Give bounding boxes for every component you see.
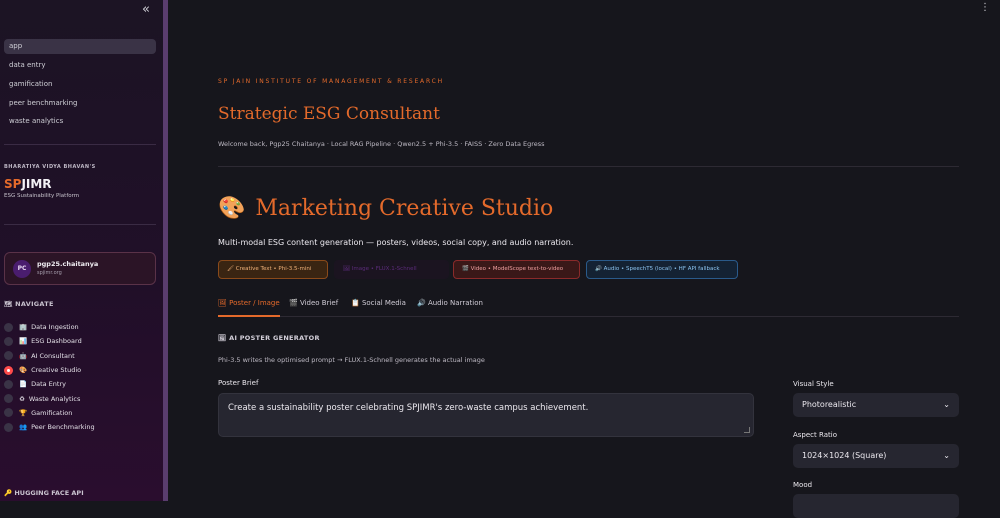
page-link-app[interactable]: app bbox=[4, 39, 156, 54]
page-link-peer-benchmarking[interactable]: peer benchmarking bbox=[4, 96, 156, 115]
institute-eyebrow: SP JAIN INSTITUTE OF MANAGEMENT & RESEAR… bbox=[218, 78, 444, 85]
visual-style-label: Visual Style bbox=[793, 380, 834, 388]
aspect-ratio-select[interactable]: 1024×1024 (Square) ⌄ bbox=[793, 444, 959, 468]
aspect-ratio-label: Aspect Ratio bbox=[793, 431, 837, 439]
nav-radio-group: 🏢 Data Ingestion 📊 ESG Dashboard 🤖 AI Consu… bbox=[4, 320, 159, 434]
user-card: PC pgp25.chaitanya spjimr.org bbox=[4, 252, 156, 285]
studio-title: Marketing Creative Studio bbox=[255, 196, 554, 221]
brand-subtitle: ESG Sustainability Platform bbox=[4, 193, 80, 199]
navigate-heading: 🗺 NAVIGATE bbox=[4, 300, 54, 308]
nav-item-label: Waste Analytics bbox=[28, 394, 81, 403]
aspect-ratio-value: 1024×1024 (Square) bbox=[802, 451, 887, 460]
radio-button[interactable] bbox=[4, 336, 13, 346]
section-note: Phi-3.5 writes the optimised prompt → FL… bbox=[218, 356, 485, 364]
palette-icon: 🎨 bbox=[218, 196, 246, 221]
badge-video: 🎬 Video • ModelScope text-to-video bbox=[453, 260, 580, 279]
radio-button[interactable] bbox=[4, 322, 13, 332]
chevron-down-icon: ⌄ bbox=[943, 451, 950, 460]
document-icon: 📄 bbox=[19, 380, 28, 389]
nav-item-label: AI Consultant bbox=[31, 351, 75, 360]
tab-audio-narration[interactable]: 🔊 Audio Narration bbox=[417, 297, 483, 317]
tab-video-brief[interactable]: 🎬 Video Brief bbox=[289, 297, 338, 317]
nav-item-label: ESG Dashboard bbox=[31, 337, 82, 346]
nav-item-label: Gamification bbox=[31, 408, 73, 417]
radio-button-selected[interactable] bbox=[4, 365, 13, 375]
radio-button[interactable] bbox=[4, 351, 13, 361]
trophy-icon: 🏆 bbox=[19, 408, 28, 417]
visual-style-select[interactable]: Photorealistic ⌄ bbox=[793, 393, 959, 417]
poster-brief-label: Poster Brief bbox=[218, 379, 259, 387]
radio-button[interactable] bbox=[4, 422, 13, 432]
brand-accent: SP bbox=[4, 177, 22, 191]
welcome-text: Welcome back, Pgp25 Chaitanya · Local RA… bbox=[218, 140, 545, 148]
hugging-face-api-heading: 🔑 HUGGING FACE API bbox=[4, 489, 84, 497]
nav-item-data-ingestion[interactable]: 🏢 Data Ingestion bbox=[4, 320, 159, 334]
visual-style-value: Photorealistic bbox=[802, 400, 857, 409]
nav-item-label: Creative Studio bbox=[31, 366, 82, 375]
resize-grip-icon[interactable] bbox=[744, 427, 750, 433]
user-domain: spjimr.org bbox=[37, 270, 62, 276]
nav-item-esg-dashboard[interactable]: 📊 ESG Dashboard bbox=[4, 334, 159, 348]
page-title: Strategic ESG Consultant bbox=[218, 104, 440, 124]
people-icon: 👥 bbox=[19, 423, 28, 432]
nav-item-creative-studio[interactable]: 🎨 Creative Studio bbox=[4, 363, 159, 377]
brand-rest: JIMR bbox=[21, 177, 52, 191]
header-divider bbox=[218, 166, 959, 167]
main-content: ⋮ SP JAIN INSTITUTE OF MANAGEMENT & RESE… bbox=[168, 0, 1000, 518]
badge-creative-text: 🖌 Creative Text • Phi-3.5-mini bbox=[218, 260, 328, 279]
sidebar: « app data entry gamification peer bench… bbox=[0, 0, 163, 501]
chart-icon: 📊 bbox=[19, 337, 28, 346]
studio-subtitle: Multi-modal ESG content generation — pos… bbox=[218, 238, 574, 247]
nav-item-gamification[interactable]: 🏆 Gamification bbox=[4, 406, 159, 420]
poster-brief-value: Create a sustainability poster celebrati… bbox=[228, 403, 589, 413]
nav-item-label: Data Ingestion bbox=[31, 323, 79, 332]
page-link-gamification[interactable]: gamification bbox=[4, 77, 156, 96]
studio-heading: 🎨 Marketing Creative Studio bbox=[218, 196, 553, 221]
badge-audio: 🔊 Audio • SpeechT5 (local) • HF API fall… bbox=[586, 260, 738, 279]
tab-poster-image[interactable]: 🖼 Poster / Image bbox=[218, 297, 280, 317]
building-icon: 🏢 bbox=[19, 323, 28, 332]
robot-icon: 🤖 bbox=[19, 351, 28, 360]
radio-button[interactable] bbox=[4, 394, 13, 404]
page-list: app data entry gamification peer benchma… bbox=[4, 39, 156, 133]
page-link-waste-analytics[interactable]: waste analytics bbox=[4, 114, 156, 133]
tab-social-media[interactable]: 📋 Social Media bbox=[351, 297, 406, 317]
brand-logo-text: SPJIMR bbox=[4, 177, 52, 191]
nav-item-label: Peer Benchmarking bbox=[31, 423, 95, 432]
kebab-menu-icon[interactable]: ⋮ bbox=[980, 3, 990, 13]
nav-item-ai-consultant[interactable]: 🤖 AI Consultant bbox=[4, 349, 159, 363]
badge-image: 🖼 Image • FLUX.1-Schnell bbox=[334, 260, 449, 279]
studio-tabs: 🖼 Poster / Image 🎬 Video Brief 📋 Social … bbox=[218, 297, 959, 317]
sidebar-divider bbox=[4, 144, 156, 145]
avatar: PC bbox=[13, 260, 31, 278]
chevron-down-icon: ⌄ bbox=[943, 400, 950, 409]
collapse-sidebar-button[interactable]: « bbox=[139, 3, 153, 17]
page-link-data-entry[interactable]: data entry bbox=[4, 58, 156, 77]
nav-item-label: Data Entry bbox=[31, 380, 66, 389]
brand-kicker: BHARATIYA VIDYA BHAVAN'S bbox=[4, 164, 96, 170]
sidebar-divider bbox=[4, 224, 156, 225]
nav-item-data-entry[interactable]: 📄 Data Entry bbox=[4, 377, 159, 391]
user-name: pgp25.chaitanya bbox=[37, 260, 99, 268]
radio-button[interactable] bbox=[4, 408, 13, 418]
section-heading: 🖼 AI POSTER GENERATOR bbox=[218, 334, 320, 342]
nav-item-peer-benchmarking[interactable]: 👥 Peer Benchmarking bbox=[4, 420, 159, 434]
radio-button[interactable] bbox=[4, 379, 13, 389]
poster-brief-textarea[interactable]: Create a sustainability poster celebrati… bbox=[218, 393, 754, 437]
mood-select[interactable] bbox=[793, 494, 959, 518]
mood-label: Mood bbox=[793, 481, 813, 489]
recycle-icon: ♻ bbox=[19, 394, 25, 403]
palette-icon: 🎨 bbox=[19, 366, 28, 375]
nav-item-waste-analytics[interactable]: ♻ Waste Analytics bbox=[4, 391, 159, 405]
